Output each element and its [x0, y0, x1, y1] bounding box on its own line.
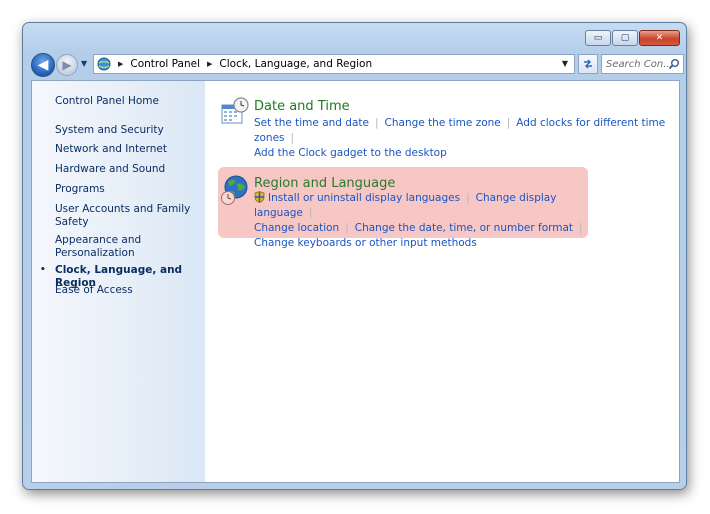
navigation-bar: ◀ ▶ ▼ ▶ Control Panel ▶ Clock, Language,… [31, 53, 684, 77]
sidebar-item-network-and-internet[interactable]: Network and Internet [55, 143, 195, 156]
close-button[interactable]: ✕ [639, 30, 680, 46]
breadcrumb-separator-icon[interactable]: ▶ [118, 60, 123, 68]
sidebar-item-control-panel-home[interactable]: Control Panel Home [55, 95, 195, 108]
admin-shield-icon [254, 191, 265, 203]
maximize-icon: ▢ [620, 33, 630, 43]
sidebar-item-user-accounts[interactable]: User Accounts and Family Safety [55, 203, 195, 229]
search-icon[interactable] [668, 58, 680, 70]
sidebar: Control Panel Home System and Security N… [32, 81, 205, 482]
minimize-button[interactable]: ▭ [585, 30, 611, 46]
main-panel: Date and Time Set the time and date | Chan… [205, 81, 679, 482]
link-separator: | [374, 117, 379, 129]
current-page-bullet-icon: • [40, 265, 46, 275]
maximize-button[interactable]: ▢ [612, 30, 638, 46]
link-separator: | [466, 192, 470, 204]
breadcrumb-separator-icon[interactable]: ▶ [207, 60, 212, 68]
date-and-time-icon[interactable] [220, 96, 250, 130]
sidebar-item-hardware-and-sound[interactable]: Hardware and Sound [55, 163, 195, 176]
search-input[interactable]: Search Con... [601, 54, 684, 74]
forward-arrow-icon: ▶ [62, 58, 72, 72]
close-icon: ✕ [655, 33, 664, 43]
sidebar-item-programs[interactable]: Programs [55, 183, 195, 196]
link-separator: | [345, 222, 349, 234]
link-separator: | [579, 222, 583, 234]
add-clock-gadget-link[interactable]: Add the Clock gadget to the desktop [254, 147, 447, 159]
forward-button[interactable]: ▶ [56, 54, 78, 76]
control-panel-window: ▭ ▢ ✕ ◀ ▶ ▼ ▶ Control Panel ▶ Clock, Lan… [22, 22, 687, 490]
back-arrow-icon: ◀ [37, 57, 49, 73]
link-separator: | [308, 207, 313, 219]
link-separator: | [506, 117, 511, 129]
refresh-icon [584, 59, 592, 69]
change-location-link[interactable]: Change location [254, 222, 339, 234]
date-and-time-links: Set the time and date | Change the time zo… [254, 116, 674, 161]
change-date-time-number-format-link[interactable]: Change the date, time, or number format [355, 222, 573, 234]
change-keyboards-link[interactable]: Change keyboards or other input methods [254, 237, 477, 249]
breadcrumb-clock-language-region[interactable]: Clock, Language, and Region [219, 58, 372, 70]
search-placeholder: Search Con... [606, 58, 673, 70]
set-time-and-date-link[interactable]: Set the time and date [254, 117, 369, 129]
install-uninstall-languages-link[interactable]: Install or uninstall display languages [268, 192, 460, 204]
sidebar-item-ease-of-access[interactable]: Ease of Access [55, 284, 195, 297]
region-and-language-icon[interactable] [220, 174, 250, 210]
region-and-language-links: Install or uninstall display languages | C… [254, 191, 594, 251]
content-area: Control Panel Home System and Security N… [31, 80, 680, 483]
sidebar-item-appearance[interactable]: Appearance and Personalization [55, 234, 195, 260]
recent-pages-dropdown-icon[interactable]: ▼ [81, 59, 87, 68]
change-time-zone-link[interactable]: Change the time zone [385, 117, 501, 129]
refresh-button[interactable] [578, 54, 598, 74]
date-and-time-title[interactable]: Date and Time [254, 99, 350, 114]
minimize-icon: ▭ [593, 33, 603, 43]
address-bar[interactable]: ▶ Control Panel ▶ Clock, Language, and R… [93, 54, 575, 74]
link-separator: | [290, 132, 295, 144]
sidebar-item-system-and-security[interactable]: System and Security [55, 124, 195, 137]
back-button[interactable]: ◀ [31, 53, 55, 77]
address-dropdown-icon[interactable]: ▼ [562, 59, 568, 68]
caption-buttons: ▭ ▢ ✕ [585, 30, 680, 46]
region-and-language-title[interactable]: Region and Language [254, 176, 395, 191]
control-panel-icon [97, 57, 111, 71]
breadcrumb-control-panel[interactable]: Control Panel [130, 58, 200, 70]
